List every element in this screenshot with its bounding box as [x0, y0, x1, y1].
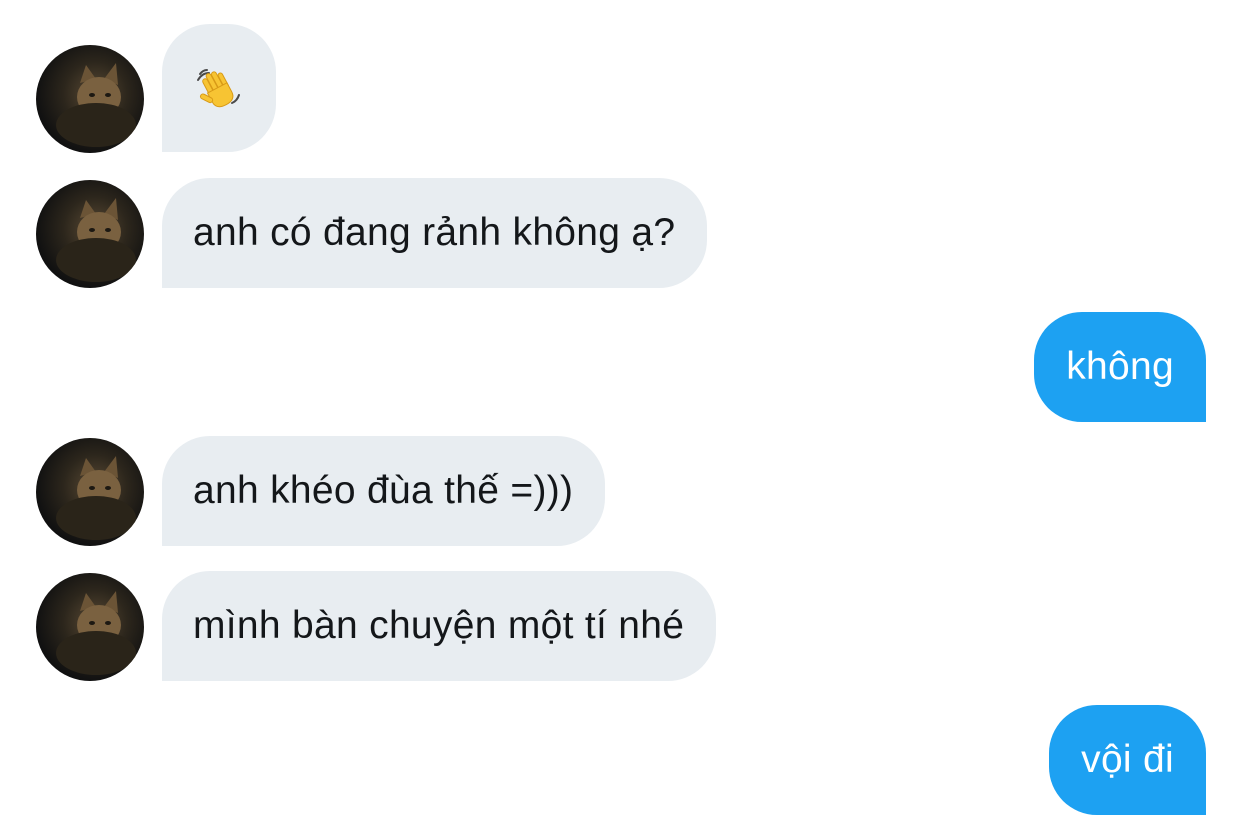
avatar[interactable]: [36, 573, 144, 681]
message-text: mình bàn chuyện một tí nhé: [193, 604, 685, 647]
avatar[interactable]: [36, 438, 144, 546]
message-text: không: [1066, 345, 1174, 388]
waving-hand-icon: [196, 65, 242, 111]
message-text: anh có đang rảnh không ạ?: [193, 211, 676, 254]
cat-photo-icon: [56, 591, 136, 675]
message-bubble-incoming[interactable]: mình bàn chuyện một tí nhé: [162, 571, 717, 681]
message-bubble-outgoing[interactable]: vội đi: [1049, 705, 1206, 815]
cat-photo-icon: [56, 198, 136, 282]
message-bubble-incoming[interactable]: anh có đang rảnh không ạ?: [162, 178, 708, 288]
avatar[interactable]: [36, 180, 144, 288]
cat-photo-icon: [56, 63, 136, 147]
message-bubble-incoming[interactable]: [162, 24, 276, 152]
avatar[interactable]: [36, 45, 144, 153]
message-bubble-incoming[interactable]: anh khéo đùa thế =))): [162, 436, 606, 546]
cat-photo-icon: [56, 456, 136, 540]
message-text: vội đi: [1081, 738, 1174, 781]
message-bubble-outgoing[interactable]: không: [1034, 312, 1206, 422]
message-text: anh khéo đùa thế =))): [193, 469, 574, 512]
